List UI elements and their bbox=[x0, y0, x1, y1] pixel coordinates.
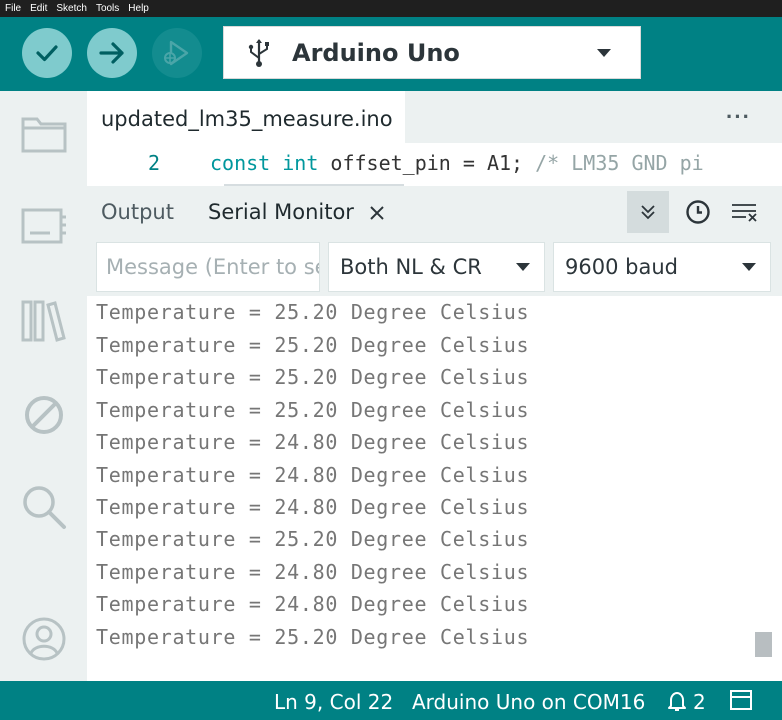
menu-help[interactable]: Help bbox=[128, 3, 149, 14]
status-bar: Ln 9, Col 22 Arduino Uno on COM16 2 bbox=[0, 681, 782, 720]
message-input[interactable] bbox=[96, 242, 320, 292]
library-icon bbox=[21, 300, 66, 342]
sidebar-item-boards-manager[interactable] bbox=[19, 201, 69, 251]
serial-line: Temperature = 25.20 Degree Celsius bbox=[96, 333, 530, 357]
tab-serial-monitor[interactable]: Serial Monitor bbox=[208, 200, 354, 224]
menu-bar: File Edit Sketch Tools Help bbox=[0, 0, 782, 17]
sidebar-item-debug[interactable] bbox=[19, 390, 69, 440]
line-ending-value: Both NL & CR bbox=[340, 255, 482, 279]
sidebar bbox=[0, 91, 87, 681]
usb-icon bbox=[248, 38, 269, 67]
menu-file[interactable]: File bbox=[5, 3, 21, 14]
serial-output[interactable]: Temperature = 25.20 Degree Celsius Tempe… bbox=[87, 296, 782, 681]
chevron-down-icon bbox=[597, 49, 611, 57]
notification-count: 2 bbox=[693, 690, 706, 714]
more-icon[interactable]: ··· bbox=[726, 104, 751, 130]
clock-icon bbox=[686, 200, 710, 224]
verify-button[interactable] bbox=[22, 28, 72, 78]
no-entry-icon bbox=[25, 396, 63, 434]
arrow-right-icon bbox=[99, 42, 124, 64]
serial-line: Temperature = 25.20 Degree Celsius bbox=[96, 398, 530, 422]
serial-scrollbar-thumb[interactable] bbox=[755, 632, 772, 657]
bell-icon[interactable] bbox=[665, 689, 689, 718]
debug-icon bbox=[164, 40, 189, 66]
serial-line: Temperature = 25.20 Degree Celsius bbox=[96, 365, 530, 389]
chevron-down-icon bbox=[742, 263, 756, 271]
baud-rate-value: 9600 baud bbox=[565, 255, 678, 279]
line-ending-select[interactable]: Both NL & CR bbox=[328, 242, 545, 292]
clear-output-icon bbox=[732, 204, 757, 222]
file-tab-label: updated_lm35_measure.ino bbox=[101, 107, 393, 131]
close-icon[interactable] bbox=[366, 200, 388, 226]
cursor-position[interactable]: Ln 9, Col 22 bbox=[274, 690, 393, 714]
sidebar-item-sketchbook[interactable] bbox=[19, 109, 69, 159]
panel-toggle-icon[interactable] bbox=[729, 689, 753, 716]
serial-line: Temperature = 25.20 Degree Celsius bbox=[96, 300, 530, 324]
upload-button[interactable] bbox=[87, 28, 137, 78]
board-icon bbox=[21, 208, 66, 244]
serial-line: Temperature = 25.20 Degree Celsius bbox=[96, 527, 530, 551]
debug-button[interactable] bbox=[152, 28, 202, 78]
code-keyword-int: int bbox=[282, 151, 319, 175]
clear-output-button[interactable] bbox=[723, 191, 765, 233]
code-editor[interactable]: 2 const int offset_pin = A1; /* LM35 GND… bbox=[87, 143, 782, 186]
menu-sketch[interactable]: Sketch bbox=[56, 3, 87, 14]
sidebar-item-library-manager[interactable] bbox=[19, 296, 69, 346]
timestamp-button[interactable] bbox=[677, 191, 719, 233]
sidebar-item-search[interactable] bbox=[19, 482, 69, 532]
sidebar-item-profile[interactable] bbox=[19, 614, 69, 664]
user-icon bbox=[22, 617, 66, 661]
toolbar: Arduino Uno bbox=[0, 17, 782, 91]
serial-line: Temperature = 24.80 Degree Celsius bbox=[96, 463, 530, 487]
menu-edit[interactable]: Edit bbox=[30, 3, 47, 14]
board-name: Arduino Uno bbox=[292, 38, 460, 67]
line-number: 2 bbox=[148, 151, 161, 175]
baud-rate-select[interactable]: 9600 baud bbox=[553, 242, 771, 292]
folder-icon bbox=[21, 117, 67, 153]
serial-line: Temperature = 24.80 Degree Celsius bbox=[96, 495, 530, 519]
tab-output[interactable]: Output bbox=[101, 200, 174, 224]
autoscroll-button[interactable] bbox=[627, 191, 669, 233]
check-icon bbox=[36, 45, 58, 62]
menu-tools[interactable]: Tools bbox=[96, 3, 119, 14]
serial-line: Temperature = 24.80 Degree Celsius bbox=[96, 430, 530, 454]
code-comment: /* LM35 GND pi bbox=[535, 151, 704, 175]
code-line: const int offset_pin = A1; /* LM35 GND p… bbox=[210, 151, 704, 175]
chevron-down-icon bbox=[516, 263, 530, 271]
serial-line: Temperature = 25.20 Degree Celsius bbox=[96, 625, 530, 649]
serial-line: Temperature = 24.80 Degree Celsius bbox=[96, 592, 530, 616]
double-chevron-down-icon bbox=[641, 205, 655, 220]
serial-line: Temperature = 24.80 Degree Celsius bbox=[96, 560, 530, 584]
board-port-status[interactable]: Arduino Uno on COM16 bbox=[412, 690, 645, 714]
board-selector[interactable]: Arduino Uno bbox=[223, 26, 641, 79]
code-keyword-const: const bbox=[210, 151, 271, 175]
search-icon bbox=[23, 486, 66, 529]
code-text: offset_pin = A1; bbox=[318, 151, 536, 175]
